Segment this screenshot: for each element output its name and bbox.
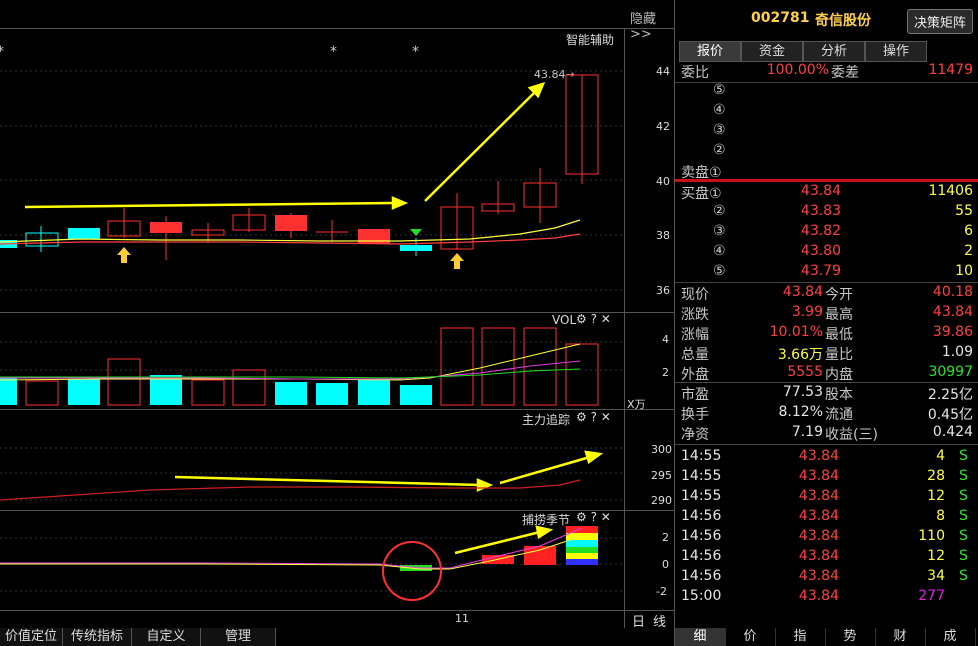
- fundamental-row: 换手 8.12% 流通 0.45亿: [681, 404, 973, 423]
- fundamental-row: 净资 7.19 收益(三) 0.424: [681, 424, 973, 443]
- quote-panel: 002781 奇信股份 决策矩阵 报价 资金 分析 操作 委比 100.00% …: [674, 0, 978, 646]
- sell-order-row: ②: [713, 142, 726, 158]
- right-bottom-tab[interactable]: 价: [725, 628, 776, 646]
- mf-y-tick-290: 290: [651, 494, 672, 507]
- volume-bars: [0, 327, 599, 406]
- season-panel-title: 捕捞季节: [522, 513, 571, 527]
- x-axis-label: 11: [455, 612, 469, 625]
- season-y-tick-neg2: -2: [656, 585, 667, 598]
- mainforce-panel-controls[interactable]: ⚙ ? ✕: [576, 410, 611, 424]
- candlesticks: [0, 74, 599, 260]
- chart-svg: * * *: [0, 44, 624, 601]
- star-marker: *: [0, 44, 4, 60]
- star-marker: *: [330, 44, 337, 60]
- stat-row: 涨跌 3.99 最高 43.84: [681, 304, 973, 323]
- sell-order-row: ④: [713, 102, 726, 118]
- vol-panel-title: VOL: [552, 313, 577, 327]
- season-panel-controls[interactable]: ⚙ ? ✕: [576, 510, 611, 524]
- vol-unit: X万: [627, 398, 646, 411]
- tick-row: 14:55 43.84 4 S: [681, 448, 968, 464]
- tick-row: 14:55 43.84 12 S: [681, 488, 968, 504]
- right-bottom-tab[interactable]: 成: [925, 628, 976, 646]
- y-tick-40: 40: [656, 175, 670, 188]
- candle: [275, 215, 307, 231]
- tab-traditional-indicators[interactable]: 传统指标: [63, 628, 132, 646]
- period-tab-day[interactable]: 日: [632, 611, 645, 630]
- y-tick-44: 44: [656, 65, 670, 78]
- y-tick-36: 36: [656, 284, 670, 297]
- stock-name: 奇信股份: [815, 13, 871, 29]
- tick-row: 14:56 43.84 12 S: [681, 548, 968, 564]
- tab-operation[interactable]: 操作: [865, 41, 927, 62]
- buy-order-row[interactable]: ⑤ 43.79 10: [681, 263, 973, 283]
- tick-row: 14:56 43.84 8 S: [681, 508, 968, 524]
- tab-custom[interactable]: 自定义: [132, 628, 201, 646]
- stat-row: 总量 3.66万 量比 1.09: [681, 344, 973, 363]
- vol-y-tick-2: 2: [662, 366, 669, 379]
- sell-order-row: ③: [713, 122, 726, 138]
- y-axis-divider: [624, 28, 625, 628]
- stat-row: 涨幅 10.01% 最低 39.86: [681, 324, 973, 343]
- mainforce-panel-title: 主力追踪: [522, 413, 571, 427]
- tab-analysis[interactable]: 分析: [803, 41, 865, 62]
- tab-funds[interactable]: 资金: [741, 41, 803, 62]
- tick-row: 14:55 43.84 28 S: [681, 468, 968, 484]
- right-bottom-tab[interactable]: 财: [875, 628, 926, 646]
- stat-row: 现价 43.84 今开 40.18: [681, 284, 973, 303]
- tab-quote[interactable]: 报价: [679, 41, 741, 62]
- right-bottom-tab[interactable]: 势: [825, 628, 876, 646]
- main-force-line: [0, 479, 581, 501]
- candle: [358, 229, 390, 244]
- sell-order-row: 卖盘①: [681, 165, 722, 181]
- right-bottom-tab[interactable]: 指: [775, 628, 826, 646]
- tab-manage[interactable]: 管理: [201, 628, 276, 646]
- weibi-row: 委比 100.00% 委差 11479: [681, 62, 973, 81]
- candle: [150, 222, 182, 233]
- decision-matrix-button[interactable]: 决策矩阵: [907, 9, 974, 34]
- buy-order-row[interactable]: ② 43.83 55: [681, 203, 973, 223]
- tab-value-positioning[interactable]: 价值定位: [0, 628, 63, 646]
- hide-button[interactable]: 隐藏>>: [630, 8, 674, 42]
- star-marker: *: [412, 44, 419, 60]
- mf-y-tick-295: 295: [651, 469, 672, 482]
- tick-row: 15:00 43.84 277: [681, 588, 945, 604]
- buy-order-row[interactable]: 买盘① 43.84 11406: [681, 183, 973, 203]
- buy-order-row[interactable]: ③ 43.82 6: [681, 223, 973, 243]
- buy-order-row[interactable]: ④ 43.80 2: [681, 243, 973, 263]
- tick-row: 14:56 43.84 110 S: [681, 528, 968, 544]
- mf-y-tick-300: 300: [651, 443, 672, 456]
- tick-row: 14:56 43.84 34 S: [681, 568, 968, 584]
- candle: [400, 245, 432, 251]
- season-y-tick-0: 0: [662, 558, 669, 571]
- stat-row: 外盘 5555 内盘 30997: [681, 364, 973, 383]
- candle: [68, 228, 100, 239]
- right-bottom-tab[interactable]: 细: [675, 628, 726, 646]
- stock-code: 002781: [751, 10, 810, 26]
- sell-order-row: ⑤: [713, 82, 726, 98]
- vol-panel-controls[interactable]: ⚙ ? ✕: [576, 312, 611, 326]
- chart-area[interactable]: 隐藏>> 智能辅助 44 42 40 38 36 43.84→ * * *: [0, 0, 674, 630]
- y-tick-42: 42: [656, 120, 670, 133]
- season-y-tick-2: 2: [662, 531, 669, 544]
- fundamental-row: 市盈 77.53 股本 2.25亿: [681, 384, 973, 403]
- annotation-arrows: [24, 82, 604, 555]
- period-tab-line[interactable]: 线: [653, 611, 666, 630]
- y-tick-38: 38: [656, 229, 670, 242]
- vol-y-tick-4: 4: [662, 333, 669, 346]
